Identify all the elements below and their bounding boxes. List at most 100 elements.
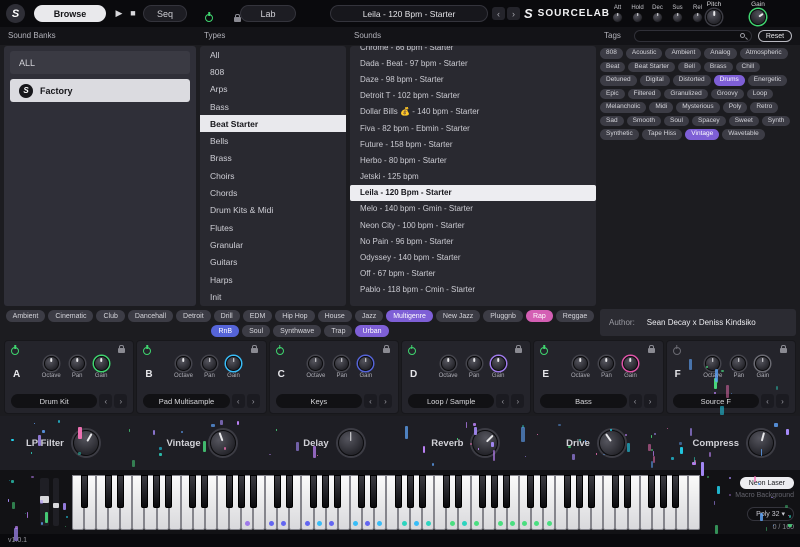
- tag-pill[interactable]: Beat: [600, 62, 625, 73]
- channel-source-name[interactable]: Loop / Sample: [408, 394, 494, 408]
- type-item[interactable]: All: [200, 46, 346, 63]
- genre-pill[interactable]: Multigenre: [386, 310, 433, 322]
- genre-pill[interactable]: Reggae: [556, 310, 595, 322]
- octave-knob[interactable]: [441, 356, 456, 371]
- seq-power-icon[interactable]: [205, 14, 213, 22]
- type-item[interactable]: 808: [200, 63, 346, 80]
- lab-button[interactable]: Lab: [240, 5, 296, 22]
- black-key[interactable]: [503, 475, 510, 508]
- tag-pill[interactable]: Groovy: [711, 89, 744, 100]
- type-item[interactable]: Harps: [200, 271, 346, 288]
- black-key[interactable]: [189, 475, 196, 508]
- genre-pill[interactable]: New Jazz: [436, 310, 480, 322]
- black-key[interactable]: [226, 475, 233, 508]
- seq-button[interactable]: Seq: [143, 5, 187, 22]
- genre-pill[interactable]: House: [318, 310, 352, 322]
- tag-pill[interactable]: Drums: [714, 75, 745, 86]
- gain-knob[interactable]: [747, 6, 769, 28]
- tag-pill[interactable]: Atmospheric: [740, 48, 788, 59]
- type-item[interactable]: Drum Kits & Midi: [200, 202, 346, 219]
- tag-pill[interactable]: Melancholic: [600, 102, 646, 113]
- effect-knob[interactable]: [467, 425, 504, 462]
- sound-item[interactable]: Odyssey - 140 bpm - Starter: [350, 249, 596, 265]
- channel-source-name[interactable]: Pad Multisample: [143, 394, 229, 408]
- black-key[interactable]: [455, 475, 462, 508]
- genre-pill[interactable]: Trap: [324, 325, 352, 337]
- genre-pill[interactable]: Jazz: [355, 310, 383, 322]
- pan-knob[interactable]: [599, 356, 614, 371]
- sound-item[interactable]: Fiva - 82 bpm - Ebmin - Starter: [350, 120, 596, 136]
- tag-pill[interactable]: 808: [600, 48, 623, 59]
- genre-pill[interactable]: Soul: [242, 325, 270, 337]
- channel-power-icon[interactable]: [276, 347, 284, 355]
- channel-lock-icon[interactable]: [515, 348, 522, 353]
- tag-pill[interactable]: Wavetable: [722, 129, 764, 140]
- white-key[interactable]: [688, 475, 700, 530]
- sound-item[interactable]: Pablo - 118 bpm - Cmin - Starter: [350, 282, 596, 298]
- channel-lock-icon[interactable]: [118, 348, 125, 353]
- black-key[interactable]: [407, 475, 414, 508]
- tag-pill[interactable]: Bell: [678, 62, 701, 73]
- adsr-knob[interactable]: [632, 12, 643, 23]
- type-item[interactable]: Granular: [200, 236, 346, 253]
- genre-pill[interactable]: Cinematic: [48, 310, 93, 322]
- tag-pill[interactable]: Smooth: [627, 116, 661, 127]
- type-item[interactable]: Bells: [200, 132, 346, 149]
- tag-pill[interactable]: Vintage: [685, 129, 719, 140]
- sound-item[interactable]: Detroit T - 102 bpm - Starter: [350, 88, 596, 104]
- type-item[interactable]: Arps: [200, 81, 346, 98]
- channel-next-button[interactable]: ›: [776, 394, 789, 408]
- effect-knob[interactable]: [338, 430, 364, 456]
- tag-pill[interactable]: Epic: [600, 89, 625, 100]
- sound-item[interactable]: Dollar Bills 💰 - 140 bpm - Starter: [350, 104, 596, 120]
- tag-pill[interactable]: Brass: [704, 62, 733, 73]
- tag-pill[interactable]: Analog: [704, 48, 736, 59]
- tag-pill[interactable]: Sweet: [729, 116, 759, 127]
- effect-knob[interactable]: [206, 426, 239, 459]
- black-key[interactable]: [660, 475, 667, 508]
- black-key[interactable]: [395, 475, 402, 508]
- black-key[interactable]: [141, 475, 148, 508]
- sound-item[interactable]: Herbo - 80 bpm - Starter: [350, 152, 596, 168]
- tag-pill[interactable]: Ambient: [665, 48, 701, 59]
- black-key[interactable]: [648, 475, 655, 508]
- sound-item[interactable]: Jetski - 125 bpm: [350, 169, 596, 185]
- genre-pill[interactable]: Pluggnb: [483, 310, 523, 322]
- genre-pill[interactable]: Rap: [526, 310, 553, 322]
- tag-pill[interactable]: Chill: [736, 62, 761, 73]
- pan-knob[interactable]: [334, 356, 349, 371]
- channel-power-icon[interactable]: [11, 347, 19, 355]
- sound-item[interactable]: Chrome - 86 bpm - Starter: [350, 46, 596, 55]
- channel-next-button[interactable]: ›: [379, 394, 392, 408]
- black-key[interactable]: [153, 475, 160, 508]
- channel-source-name[interactable]: Drum Kit: [11, 394, 97, 408]
- effect-knob[interactable]: [745, 427, 777, 459]
- channel-prev-button[interactable]: ‹: [496, 394, 509, 408]
- black-key[interactable]: [443, 475, 450, 508]
- tag-pill[interactable]: Digital: [640, 75, 670, 86]
- channel-lock-icon[interactable]: [383, 348, 390, 353]
- gain-knob[interactable]: [491, 356, 506, 371]
- tag-pill[interactable]: Distorted: [673, 75, 711, 86]
- tag-pill[interactable]: Filtered: [628, 89, 662, 100]
- black-key[interactable]: [117, 475, 124, 508]
- black-key[interactable]: [540, 475, 547, 508]
- channel-power-icon[interactable]: [408, 347, 416, 355]
- black-key[interactable]: [564, 475, 571, 508]
- genre-pill[interactable]: Urban: [355, 325, 388, 337]
- channel-prev-button[interactable]: ‹: [629, 394, 642, 408]
- genre-pill[interactable]: Hip Hop: [275, 310, 314, 322]
- black-key[interactable]: [310, 475, 317, 508]
- channel-next-button[interactable]: ›: [247, 394, 260, 408]
- octave-knob[interactable]: [44, 356, 59, 371]
- gain-knob[interactable]: [358, 356, 373, 371]
- genre-pill[interactable]: Club: [96, 310, 124, 322]
- pan-knob[interactable]: [70, 356, 85, 371]
- black-key[interactable]: [334, 475, 341, 508]
- sound-item[interactable]: Neon City - 100 bpm - Starter: [350, 217, 596, 233]
- black-key[interactable]: [105, 475, 112, 508]
- type-item[interactable]: Bass: [200, 98, 346, 115]
- sound-item[interactable]: Dada - Beat - 97 bpm - Starter: [350, 55, 596, 71]
- black-key[interactable]: [165, 475, 172, 508]
- pitch-knob[interactable]: [706, 9, 722, 25]
